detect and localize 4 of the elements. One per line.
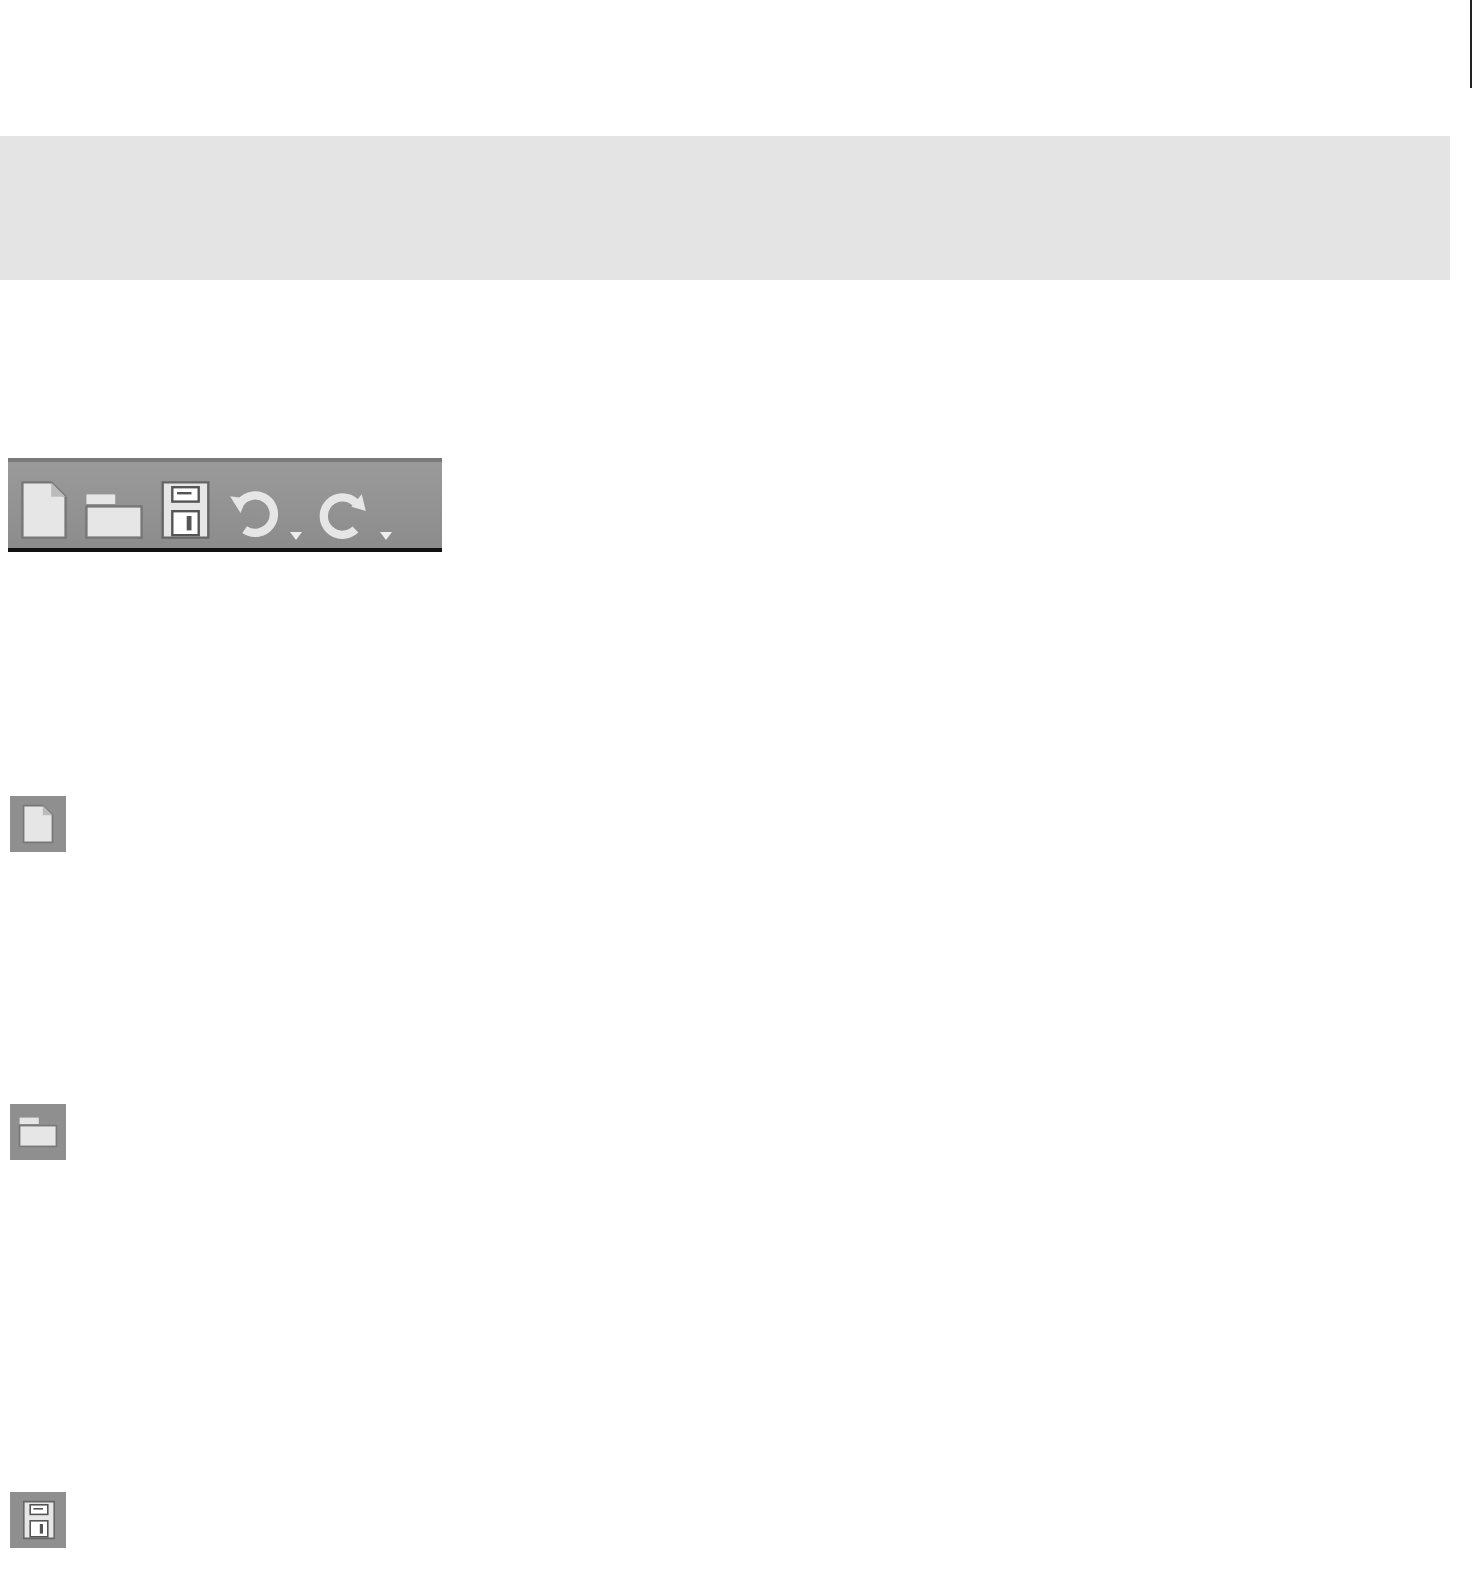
document-icon xyxy=(20,479,68,539)
document-icon xyxy=(22,804,54,844)
folder-icon xyxy=(84,491,144,539)
folder-icon xyxy=(18,1116,58,1148)
